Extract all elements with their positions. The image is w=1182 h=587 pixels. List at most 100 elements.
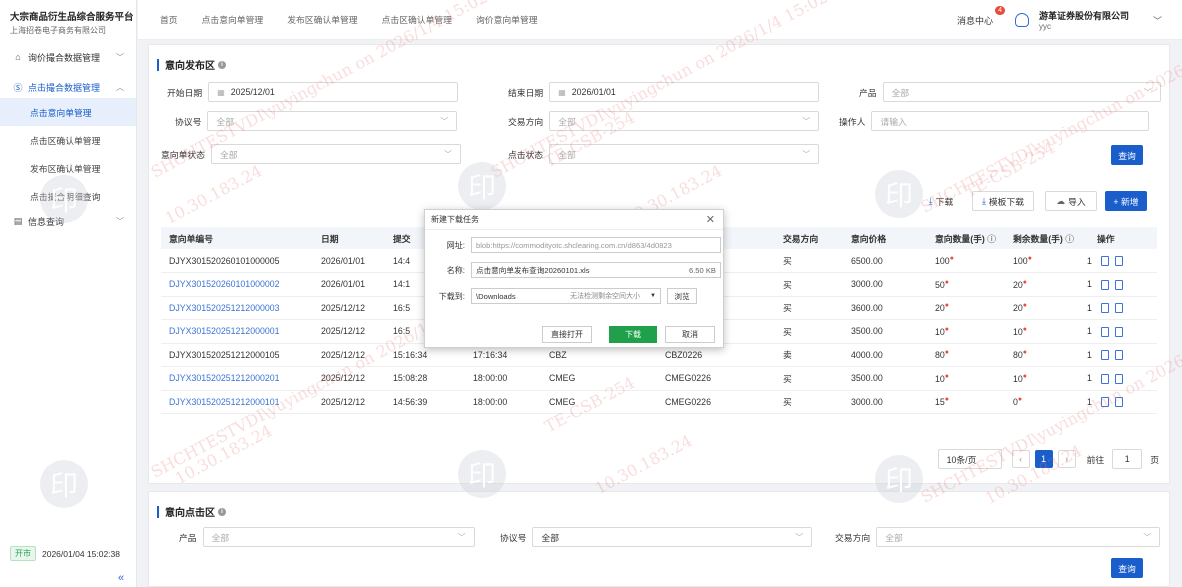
start-date-input[interactable]: ▦ 2025/12/01 [208, 82, 459, 102]
cell-submit-time-value: 14:4 [393, 255, 411, 266]
edit-doc-icon[interactable] [1101, 303, 1109, 314]
username: yyc [1038, 22, 1051, 31]
product-select[interactable]: 全部 ﹀ [882, 82, 1161, 102]
sidebar-item-publish-confirm[interactable]: 发布区确认单管理 [0, 154, 136, 182]
chevron-down-icon: ﹀ [1143, 87, 1152, 97]
cell-intent-id-value: DJYX301520260101000005 [169, 255, 280, 266]
filename-input[interactable]: 点击意向单发布查询20260101.xls 6.50 KB [471, 262, 721, 278]
cell-intent-id-value: DJYX301520251212000201 [169, 373, 280, 384]
prev-page-button[interactable]: ‹ [1011, 450, 1030, 468]
cell-quantity-value: 15 [935, 397, 945, 408]
copy-doc-icon[interactable] [1115, 279, 1123, 290]
top-right: 消息中心 4 游革证券股份有限公司 yyc ﹀ [957, 0, 1162, 40]
edit-doc-icon[interactable] [1101, 397, 1109, 408]
cell-intent-id[interactable]: DJYX301520251212000001 [161, 319, 313, 344]
cell-intent-id: DJYX301520251212000105 [161, 343, 313, 367]
import-button[interactable]: ☁ 导入 [1045, 191, 1097, 211]
page-size-select[interactable]: 10条/页 [937, 449, 1002, 469]
tab-inquiry-intent[interactable]: 询价意向单管理 [464, 0, 550, 40]
click-query-button[interactable]: 查询 [1111, 558, 1143, 578]
click-direction-select[interactable]: 全部 ﹀ [876, 527, 1161, 547]
menu-group-click[interactable]: Ⓢ 点击撮合数据管理 ︿ [0, 76, 136, 98]
edit-doc-icon[interactable] [1101, 373, 1109, 384]
end-date-label: 结束日期 [508, 87, 544, 98]
message-center-label: 消息中心 [956, 15, 993, 26]
end-date-input[interactable]: ▦ 2026/01/01 [549, 82, 820, 102]
cell-direction-value: 买 [783, 326, 792, 337]
click-protocol-field: 协议号 全部 ﹀ [500, 527, 813, 547]
edit-doc-icon[interactable] [1101, 255, 1109, 266]
cell-intent-id[interactable]: DJYX301520251212000003 [161, 296, 313, 320]
download-icon: ⤓ [981, 195, 986, 206]
chevron-down-icon: ﹀ [444, 149, 452, 159]
cell-quantity-value: 80 [935, 350, 945, 361]
chevron-up-icon: ︿ [116, 82, 124, 92]
cell-intent-id[interactable]: DJYX301520251212000101 [161, 390, 313, 414]
copy-doc-icon[interactable] [1115, 373, 1123, 384]
click-protocol-select[interactable]: 全部 ﹀ [532, 527, 813, 547]
add-button[interactable]: + 新增 [1105, 191, 1147, 211]
cell-contract-value: CMEG0226 [665, 396, 711, 407]
chevron-down-icon[interactable]: ﹀ [1153, 14, 1162, 27]
copy-doc-icon[interactable] [1115, 350, 1123, 361]
company-info[interactable]: 游革证券股份有限公司 yyc [1039, 9, 1129, 31]
cell-direction-value: 买 [783, 373, 792, 384]
click-product-select[interactable]: 全部 ﹀ [202, 527, 475, 547]
click-status-select[interactable]: 全部 ﹀ [549, 144, 820, 164]
intent-status-select[interactable]: 全部 ﹀ [211, 144, 461, 164]
calendar-icon: ▦ [217, 87, 225, 97]
edit-doc-icon[interactable] [1101, 279, 1109, 290]
col-header: 交易方向 [775, 227, 843, 249]
direction-placeholder: 全部 [885, 532, 903, 543]
sidebar-item-match-detail[interactable]: 点击撮合明细查询 [0, 182, 136, 210]
brand-subtitle: 上海招卷电子商务有限公司 [10, 26, 106, 35]
goto-page-input[interactable]: 1 [1112, 449, 1143, 469]
tab-home[interactable]: 首页 [138, 0, 190, 40]
download-confirm-button[interactable]: 下载 [609, 326, 657, 343]
user-icon[interactable] [1014, 13, 1029, 27]
download-button[interactable]: ⤓ 下载 [921, 191, 961, 211]
copy-doc-icon[interactable] [1115, 326, 1123, 337]
open-directly-button[interactable]: 直接打开 [542, 326, 592, 343]
copy-doc-icon[interactable] [1115, 397, 1123, 408]
next-page-button[interactable]: › [1057, 450, 1076, 468]
menu-group-inquiry[interactable]: ⌂ 询价撮合数据管理 ﹀ [0, 46, 136, 68]
required-dot-icon: ● [944, 302, 950, 310]
sidebar-item-click-intent[interactable]: 点击意向单管理 [0, 98, 136, 126]
direction-field: 交易方向 全部 ﹀ [508, 111, 820, 131]
menu-group-label: 询价撮合数据管理 [28, 52, 101, 63]
tab-publish-confirm[interactable]: 发布区确认单管理 [275, 0, 369, 40]
edit-doc-icon[interactable] [1101, 326, 1109, 337]
cell-contract: CMEG0226 [657, 390, 775, 414]
browse-button[interactable]: 浏览 [667, 288, 697, 304]
message-center[interactable]: 消息中心 4 [956, 5, 1005, 27]
collapse-icon[interactable]: « [118, 572, 124, 584]
page-1-button[interactable]: 1 [1034, 450, 1053, 468]
copy-doc-icon[interactable] [1115, 255, 1123, 266]
copy-doc-icon[interactable] [1115, 303, 1123, 314]
product-field: 产品 全部 ﹀ [859, 82, 1161, 102]
cell-submit-time-value: 16:5 [393, 326, 411, 337]
cell-price-value: 3000.00 [851, 396, 883, 407]
download-icon: ⤓ [928, 195, 933, 206]
edit-doc-icon[interactable] [1101, 350, 1109, 361]
query-button[interactable]: 查询 [1111, 145, 1143, 165]
chevron-down-icon: ﹀ [457, 532, 466, 542]
cancel-button[interactable]: 取消 [665, 326, 715, 343]
cell-actions [1093, 319, 1157, 344]
cell-date-value: 2025/12/12 [321, 396, 366, 407]
protocol-select[interactable]: 全部 ﹀ [207, 111, 458, 131]
template-download-button[interactable]: ⤓ 模板下载 [972, 191, 1034, 211]
chevron-down-icon: ▼ [650, 293, 656, 299]
col-header-label: 意向数量(手) [935, 233, 985, 244]
tab-click-confirm[interactable]: 点击区确认单管理 [370, 0, 464, 40]
sidebar-item-click-confirm[interactable]: 点击区确认单管理 [0, 126, 136, 154]
dest-select[interactable]: \Downloads 无法检测剩余空间大小 ▼ [471, 288, 661, 304]
close-icon[interactable]: ✕ [706, 213, 715, 226]
operator-input[interactable]: 请输入 [871, 111, 1150, 131]
cell-intent-id[interactable]: DJYX301520251212000201 [161, 366, 313, 391]
menu-group-info[interactable]: ▤ 信息查询 ﹀ [0, 210, 136, 232]
direction-select[interactable]: 全部 ﹀ [549, 111, 820, 131]
tab-click-intent[interactable]: 点击意向单管理 [190, 0, 276, 40]
cell-intent-id[interactable]: DJYX301520260101000002 [161, 272, 313, 297]
